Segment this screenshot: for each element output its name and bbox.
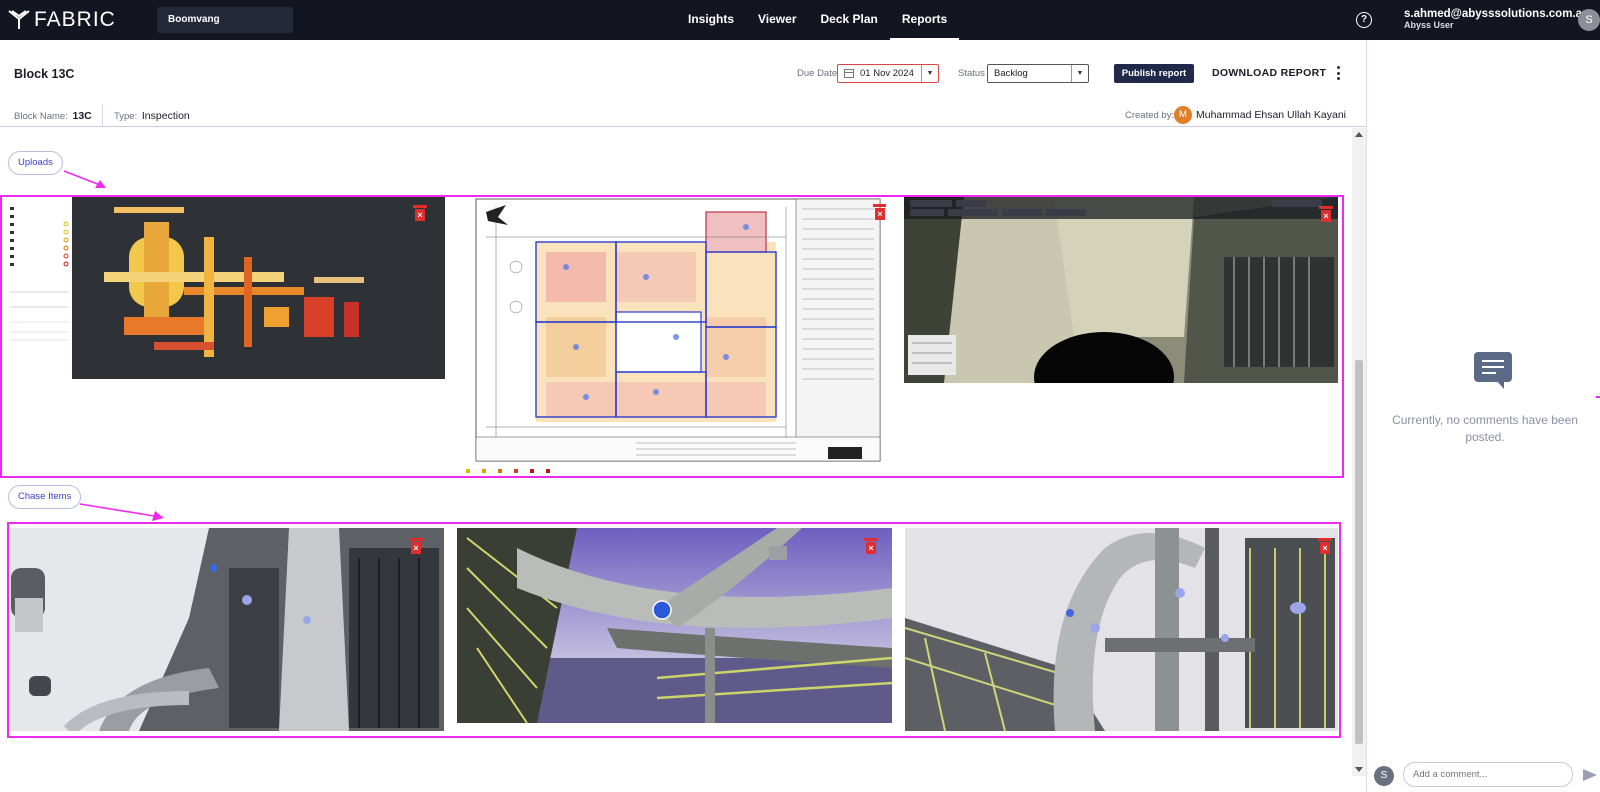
brand-name: FABRIC	[34, 8, 116, 31]
delete-icon[interactable]: ×	[413, 205, 427, 221]
comments-panel: Currently, no comments have been posted.…	[1366, 40, 1600, 792]
delete-icon[interactable]: ×	[1319, 206, 1333, 222]
no-comments-message: Currently, no comments have been posted.	[1392, 413, 1578, 444]
fabric-logo[interactable]: FABRIC	[8, 8, 116, 31]
arrow-annotation-chase-items	[79, 503, 164, 521]
comment-icon	[1474, 352, 1512, 389]
user-email: s.ahmed@abysssolutions.com.au	[1404, 8, 1590, 20]
send-icon[interactable]	[1583, 769, 1597, 781]
project-selector[interactable]: Boomvang	[157, 7, 293, 33]
block-name-value: 13C	[72, 110, 92, 122]
fabric-logo-icon	[8, 10, 30, 29]
user-info[interactable]: s.ahmed@abysssolutions.com.au Abyss User	[1404, 8, 1589, 30]
chase-items-button[interactable]: Chase Items	[8, 485, 82, 509]
created-by-label: Created by:	[1125, 110, 1175, 121]
due-date-picker[interactable]: 01 Nov 2024 ▼	[837, 64, 939, 83]
status-select[interactable]: Backlog ▼	[987, 64, 1089, 83]
delete-icon[interactable]: ×	[864, 538, 878, 554]
block-name: Block Name: 13C	[14, 110, 92, 122]
chevron-down-icon[interactable]: ▼	[921, 65, 938, 82]
nav-deck-plan[interactable]: Deck Plan	[809, 0, 890, 40]
scroll-up-arrow[interactable]	[1355, 132, 1363, 137]
chase-item-thumbnail[interactable]: ×	[905, 528, 1338, 731]
report-main: Block 13C Due Date 01 Nov 2024 ▼ Status …	[0, 40, 1366, 792]
main-nav: Insights Viewer Deck Plan Reports	[676, 0, 960, 40]
due-date-label: Due Date	[797, 68, 838, 79]
help-icon[interactable]: ?	[1356, 12, 1372, 28]
creator-name: Muhammad Ehsan Ullah Kayani	[1196, 109, 1346, 121]
chase-item-thumbnail[interactable]: ×	[457, 528, 892, 723]
type-value: Inspection	[141, 110, 190, 122]
upload-thumbnail-deck-plan[interactable]: ×	[466, 197, 886, 476]
comment-user-avatar: S	[1374, 766, 1394, 786]
status-label: Status	[958, 68, 985, 79]
highlight-mark	[1596, 396, 1600, 398]
chase-photo-image	[9, 528, 444, 731]
content-scrollbar[interactable]	[1352, 128, 1366, 776]
nav-reports[interactable]: Reports	[889, 0, 960, 40]
arrow-annotation-uploads	[63, 170, 106, 188]
divider	[102, 104, 103, 126]
calendar-icon	[844, 69, 854, 78]
comment-input[interactable]	[1403, 762, 1573, 787]
page-title: Block 13C	[14, 67, 75, 81]
nav-insights[interactable]: Insights	[676, 0, 746, 40]
user-avatar[interactable]: S	[1578, 9, 1600, 31]
point-cloud-image	[4, 197, 445, 379]
uploads-button[interactable]: Uploads	[8, 151, 63, 175]
publish-report-button[interactable]: Publish report	[1114, 64, 1194, 83]
chase-item-thumbnail[interactable]: ×	[9, 528, 444, 731]
chase-photo-image	[457, 528, 892, 723]
due-date-value: 01 Nov 2024	[860, 68, 914, 79]
panorama-image	[904, 197, 1338, 383]
delete-icon[interactable]: ×	[873, 204, 886, 220]
scrollbar-thumb[interactable]	[1355, 360, 1363, 744]
more-options-icon[interactable]	[1335, 66, 1341, 80]
report-type: Type: Inspection	[114, 110, 190, 122]
report-meta: Block Name: 13C Type: Inspection Created…	[0, 104, 1366, 127]
scroll-down-arrow[interactable]	[1355, 767, 1363, 772]
delete-icon[interactable]: ×	[409, 538, 423, 554]
type-label: Type:	[114, 111, 138, 122]
nav-viewer[interactable]: Viewer	[746, 0, 808, 40]
chevron-down-icon[interactable]: ▼	[1071, 65, 1088, 82]
delete-icon[interactable]: ×	[1318, 538, 1332, 554]
block-name-label: Block Name:	[14, 111, 68, 122]
upload-thumbnail-panorama[interactable]: ×	[904, 197, 1338, 383]
download-report-button[interactable]: DOWNLOAD REPORT	[1212, 67, 1326, 79]
deck-plan-drawing-image	[466, 198, 881, 473]
user-role: Abyss User	[1404, 20, 1454, 30]
top-navigation-bar: FABRIC Boomvang Insights Viewer Deck Pla…	[0, 0, 1600, 40]
chase-photo-image	[905, 528, 1338, 731]
creator-avatar: M	[1174, 106, 1192, 124]
status-value: Backlog	[994, 68, 1028, 79]
upload-thumbnail-3d-view[interactable]: ×	[4, 197, 445, 379]
